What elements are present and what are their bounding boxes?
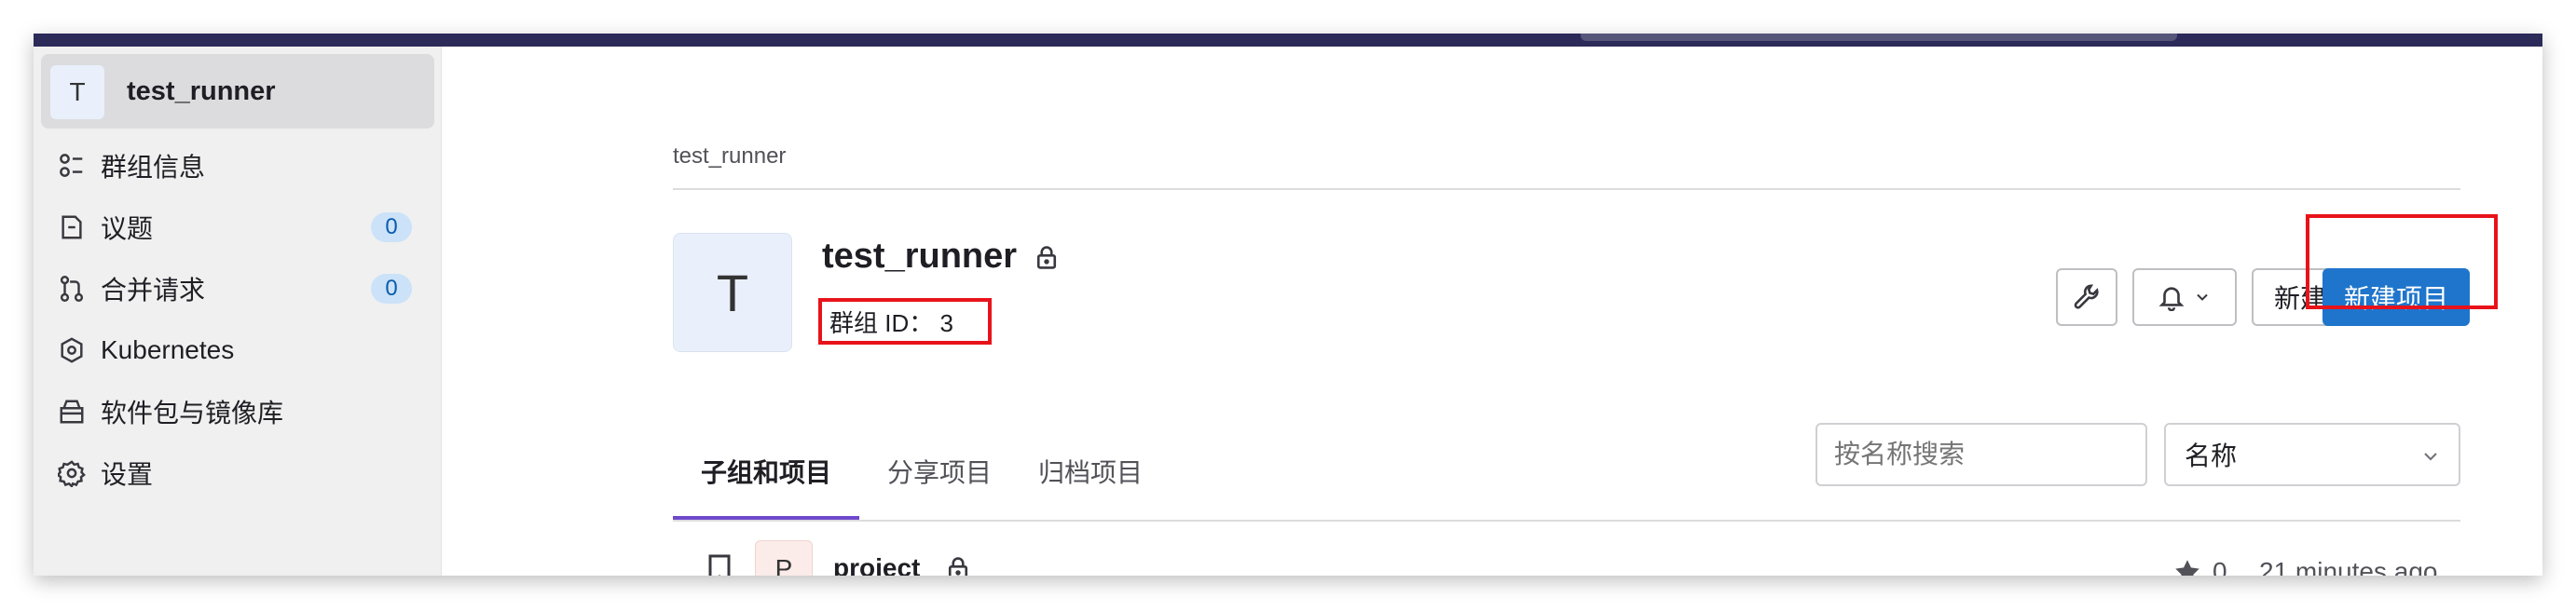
issues-icon: [62, 215, 82, 239]
sort-dropdown[interactable]: 名称: [2164, 423, 2460, 486]
sidebar-item-label: 软件包与镜像库: [101, 399, 284, 428]
group-settings-button[interactable]: [2056, 268, 2117, 326]
merge-request-icon: [60, 276, 84, 302]
search-input[interactable]: [1816, 423, 2147, 486]
updated-time: 21 minutes ago: [2259, 557, 2453, 576]
sidebar-item-settings[interactable]: 设置: [58, 447, 436, 499]
sidebar-item-label: 议题: [101, 214, 154, 243]
bookmark-icon[interactable]: [706, 553, 733, 576]
issues-count-badge: 0: [371, 212, 412, 242]
chevron-down-icon: [2197, 293, 2208, 301]
updated-time-value: 21 minutes ago: [2259, 557, 2438, 576]
sidebar-item-packages[interactable]: 软件包与镜像库: [58, 386, 436, 438]
project-avatar: P: [755, 540, 813, 576]
sidebar-item-label: 合并请求: [101, 276, 206, 305]
lock-icon: [948, 557, 968, 576]
new-project-highlight-box: [2306, 214, 2498, 309]
tab-archived-projects[interactable]: 归档项目: [1038, 453, 1143, 490]
sidebar-item-merge-requests[interactable]: 合并请求 0: [58, 263, 436, 315]
sidebar-item-label: 设置: [101, 460, 154, 489]
chevron-down-icon: [2424, 453, 2437, 461]
notification-settings-dropdown[interactable]: [2132, 268, 2237, 326]
group-id-label: 群组 ID： 3: [818, 298, 992, 345]
project-name-link[interactable]: project: [833, 553, 920, 576]
settings-icon: [58, 460, 86, 487]
package-icon: [60, 400, 84, 424]
merge-requests-count-badge: 0: [371, 274, 412, 304]
sidebar-group-avatar: T: [50, 65, 104, 119]
page-title: test_runner: [822, 237, 1060, 277]
top-search-bar[interactable]: [1581, 34, 2177, 41]
sidebar-group-context[interactable]: T test_runner: [41, 54, 434, 129]
sidebar-group-name: test_runner: [127, 76, 276, 106]
sidebar-item-label: Kubernetes: [101, 335, 235, 364]
tab-shared-projects[interactable]: 分享项目: [887, 453, 992, 490]
group-name: test_runner: [822, 237, 1018, 276]
breadcrumb[interactable]: test_runner: [673, 143, 786, 170]
star-count: 0: [2173, 557, 2227, 576]
tab-subgroups-and-projects[interactable]: 子组和项目: [701, 453, 831, 490]
group-avatar: T: [673, 233, 792, 352]
wrench-icon: [2074, 284, 2099, 309]
sidebar-item-issues[interactable]: 议题 0: [58, 201, 436, 253]
sidebar-item-kubernetes[interactable]: Kubernetes: [58, 324, 436, 376]
app-window: T test_runner 群组信息 议题 0 合并请求 0 Kubernete…: [34, 34, 2542, 576]
top-bar: [34, 34, 2542, 47]
star-icon: [2175, 560, 2199, 576]
main-content: test_runner T test_runner 群组 ID： 3 新建子群组…: [442, 47, 2542, 576]
star-count-value: 0: [2213, 557, 2227, 576]
sidebar: T test_runner 群组信息 议题 0 合并请求 0 Kubernete…: [34, 47, 442, 576]
sidebar-item-group-info[interactable]: 群组信息: [58, 140, 436, 192]
sidebar-item-label: 群组信息: [101, 153, 206, 182]
lock-icon: [1037, 245, 1057, 269]
tabs-divider: [673, 520, 2460, 522]
breadcrumb-divider: [673, 188, 2460, 190]
kubernetes-icon: [61, 337, 83, 363]
sort-selected-value: 名称: [2185, 441, 2238, 470]
group-info-icon: [60, 154, 83, 177]
table-row[interactable]: P project 0 21 minutes ago: [673, 531, 2460, 576]
bell-icon: [2158, 287, 2185, 311]
